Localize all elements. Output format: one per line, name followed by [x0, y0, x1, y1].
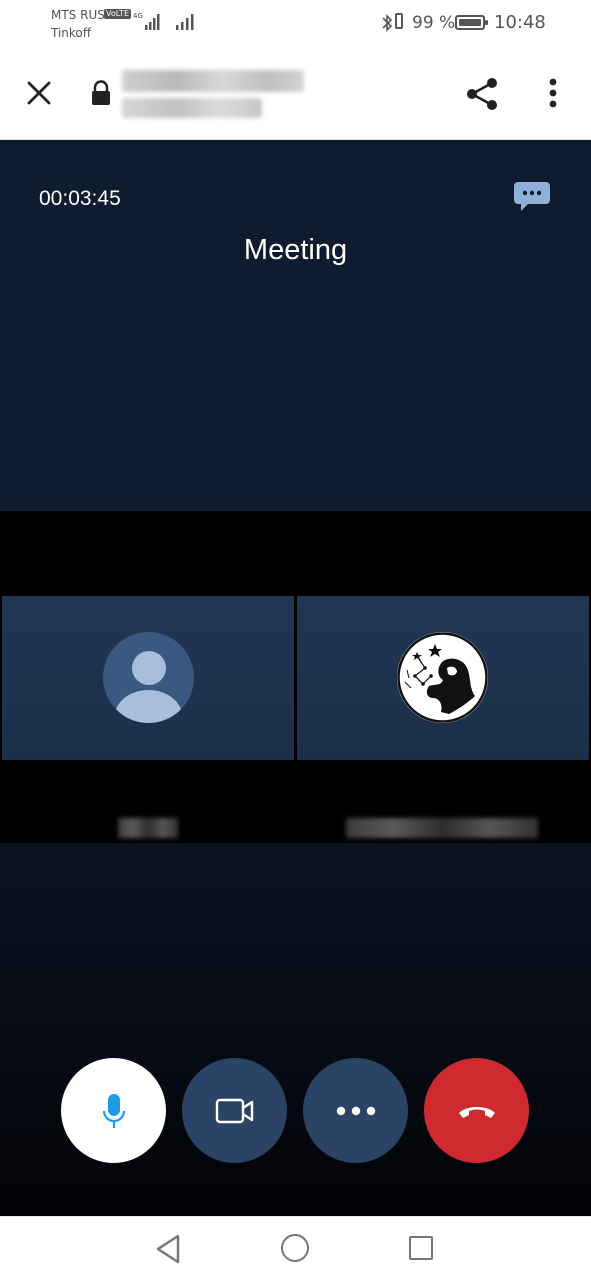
- avatar-body: [115, 690, 182, 723]
- status-bar: MTS RUS VoLTE Tinkoff 4G 99 % 10:48: [0, 0, 591, 48]
- more-horiz-icon: [336, 1106, 375, 1115]
- system-nav-bar: [0, 1216, 591, 1280]
- microphone-icon: [102, 1093, 125, 1128]
- more-options-button[interactable]: [303, 1058, 408, 1163]
- battery-saver-icon: [395, 13, 403, 29]
- volte-badge: VoLTE: [104, 9, 132, 19]
- controls-panel: [0, 843, 591, 1216]
- clock: 10:48: [494, 12, 546, 33]
- home-icon[interactable]: [281, 1234, 309, 1262]
- avatar: [397, 632, 488, 723]
- avatar-image: [397, 632, 488, 723]
- meeting-title: Meeting: [243, 234, 348, 266]
- recents-icon[interactable]: [409, 1236, 433, 1260]
- battery-percent: 99 %: [412, 13, 456, 33]
- default-user-icon: [103, 632, 194, 723]
- meeting-header-panel: 00:03:45 Meeting: [0, 140, 591, 511]
- meeting-view: 00:03:45 Meeting: [0, 140, 591, 1216]
- call-timer: 00:03:45: [39, 187, 121, 210]
- signal-icon: [145, 14, 160, 30]
- participant-name-blurred: [346, 818, 538, 838]
- camera-button[interactable]: [182, 1058, 287, 1163]
- url-address[interactable]: [122, 70, 307, 118]
- participant-name-blurred: [118, 818, 178, 838]
- share-icon[interactable]: [462, 74, 502, 114]
- url-path-blurred: [122, 98, 262, 118]
- battery-fill: [459, 19, 481, 26]
- bluetooth-icon: [382, 14, 393, 32]
- video-camera-icon: [215, 1098, 253, 1123]
- signal-icon-secondary: [176, 14, 194, 30]
- close-icon: [27, 81, 51, 105]
- battery-icon: [455, 15, 488, 30]
- lock-icon: [92, 80, 110, 105]
- hang-up-button[interactable]: [424, 1058, 529, 1163]
- mute-button[interactable]: [61, 1058, 166, 1163]
- close-button[interactable]: [20, 74, 58, 112]
- browser-toolbar: [0, 48, 591, 140]
- url-domain-blurred: [122, 70, 304, 92]
- avatar-head: [132, 651, 166, 685]
- back-icon[interactable]: [154, 1233, 184, 1265]
- participant-tile[interactable]: [297, 596, 589, 760]
- carrier-name: MTS RUS: [51, 8, 105, 22]
- more-vert-icon[interactable]: [538, 74, 568, 114]
- chat-icon[interactable]: [512, 180, 552, 214]
- participant-tile[interactable]: [2, 596, 294, 760]
- hang-up-icon: [458, 1106, 495, 1118]
- carrier-name-secondary: Tinkoff: [51, 26, 92, 40]
